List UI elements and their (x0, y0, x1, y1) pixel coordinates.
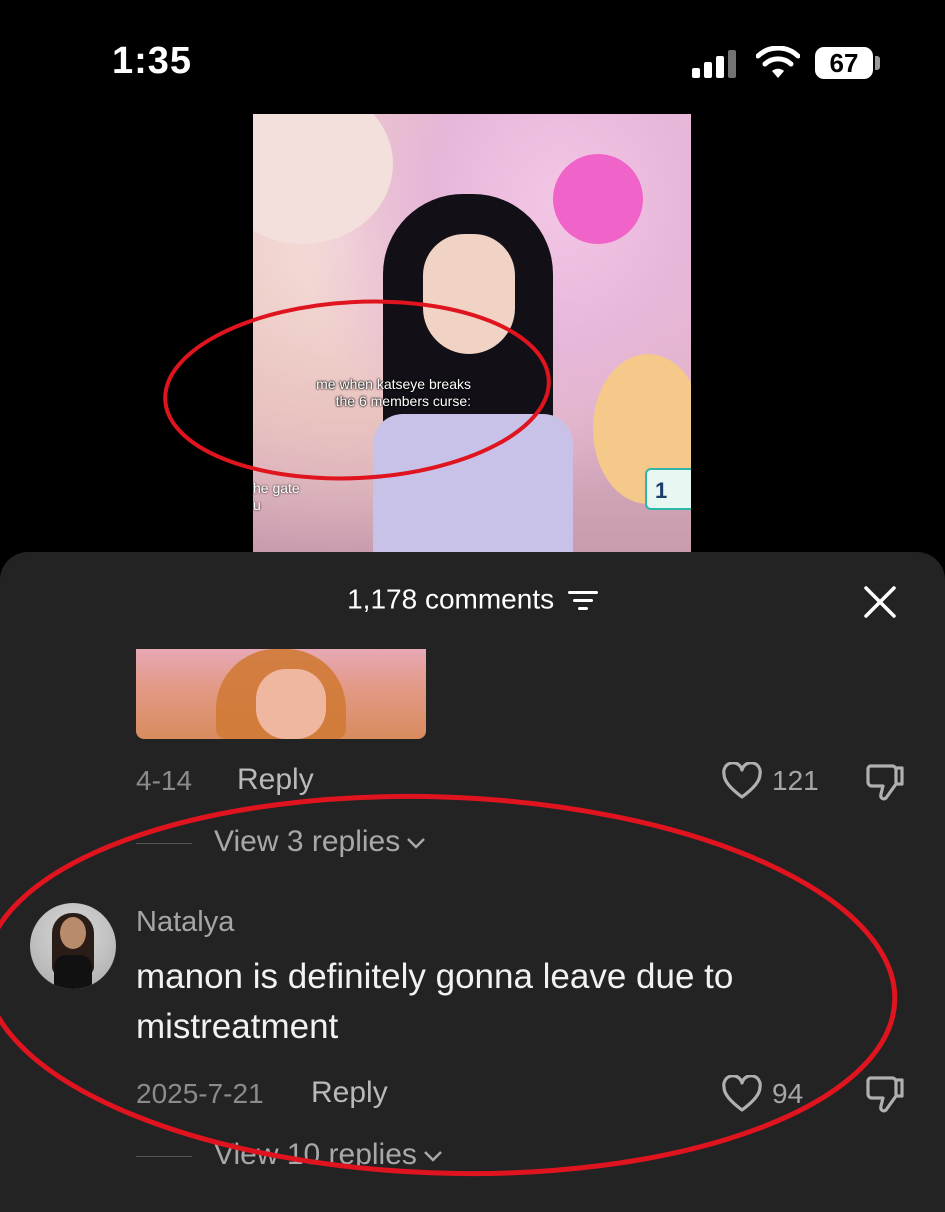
video-preview[interactable]: me when katseye breaks the 6 members cur… (253, 114, 691, 554)
performer-outfit (373, 414, 573, 554)
comment-date: 4-14 (136, 765, 193, 796)
image-content (256, 669, 326, 739)
close-icon[interactable] (862, 584, 898, 620)
comment-image[interactable] (136, 649, 426, 739)
view-replies-label: View 3 replies (214, 825, 401, 858)
comment-author[interactable]: Natalya (136, 906, 234, 939)
reply-button[interactable]: Reply (237, 763, 314, 797)
video-bg-shape (253, 114, 393, 244)
wifi-icon (756, 46, 800, 78)
video-edge-text: he gate u (253, 480, 300, 514)
like-count: 121 (772, 765, 819, 796)
edge-text-line: he gate (253, 480, 300, 496)
battery-tip (875, 56, 880, 70)
performer-face (423, 234, 515, 354)
comment-date: 2025-7-21 (136, 1078, 264, 1109)
avatar[interactable] (30, 903, 116, 989)
video-bg-flower (553, 154, 643, 244)
view-replies-button[interactable]: View 3 replies (214, 825, 426, 859)
video-caption: me when katseye breaks the 6 members cur… (271, 376, 471, 410)
filter-icon[interactable] (567, 588, 598, 612)
chevron-down-icon (424, 1151, 442, 1162)
battery-indicator: 67 (815, 47, 873, 79)
caption-line: me when katseye breaks (316, 376, 471, 392)
thread-line (136, 843, 192, 844)
dislike-icon[interactable] (864, 1074, 906, 1114)
view-replies-button[interactable]: View 10 replies (214, 1138, 443, 1172)
comment-text: manon is definitely gonna leave due to m… (136, 957, 734, 1046)
reply-button[interactable]: Reply (311, 1076, 388, 1110)
view-replies-label: View 10 replies (214, 1138, 417, 1171)
status-bar: 1:35 67 (0, 0, 945, 110)
avatar-content (54, 955, 92, 989)
broadcast-badge: 1 (645, 468, 691, 510)
edge-text-line: u (253, 497, 261, 513)
like-count: 94 (772, 1078, 804, 1109)
chevron-down-icon (407, 838, 426, 849)
comments-header: 1,178 comments (0, 582, 945, 616)
avatar-content (60, 917, 86, 949)
caption-line: the 6 members curse: (335, 393, 471, 409)
dislike-icon[interactable] (864, 762, 906, 802)
comments-count: 1,178 comments (347, 583, 555, 615)
heart-icon[interactable] (721, 762, 763, 800)
cellular-signal-icon (692, 50, 736, 78)
heart-icon[interactable] (721, 1075, 763, 1113)
status-time: 1:35 (112, 40, 193, 82)
thread-line (136, 1156, 192, 1157)
